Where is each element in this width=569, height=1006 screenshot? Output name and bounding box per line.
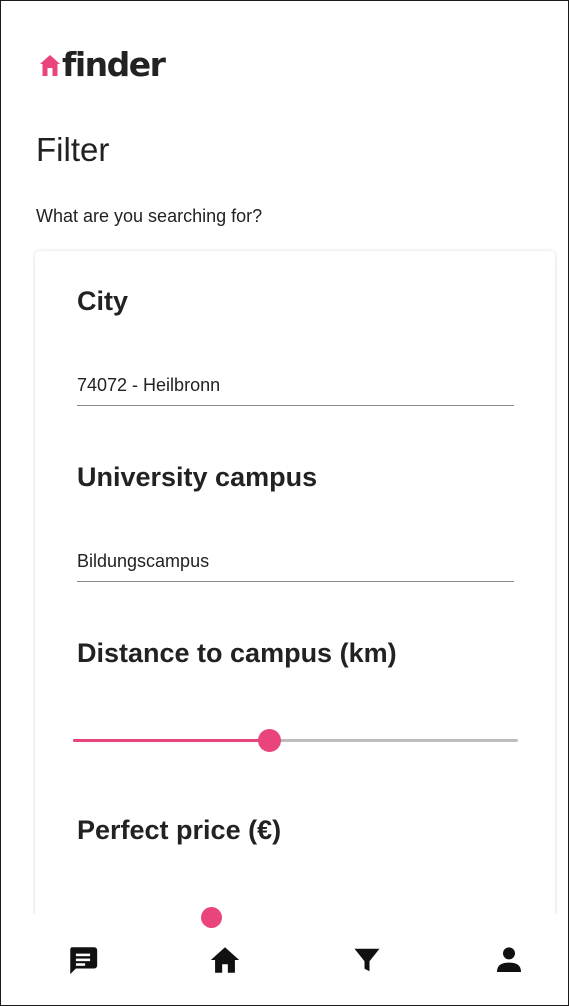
app-logo: finder: [39, 45, 166, 85]
city-value: 74072 - Heilbronn: [77, 375, 221, 395]
bottom-nav: [1, 907, 568, 1005]
campus-label: University campus: [77, 462, 318, 492]
campus-field[interactable]: Bildungscampus: [77, 542, 514, 582]
nav-home-button[interactable]: [205, 940, 245, 980]
filter-icon: [354, 948, 380, 972]
slider-fill: [73, 739, 269, 742]
nav-profile-button[interactable]: [489, 940, 529, 980]
nav-filter-button[interactable]: [347, 940, 387, 980]
filter-card: City 74072 - Heilbronn University campus…: [35, 251, 555, 971]
distance-slider[interactable]: [73, 725, 518, 755]
city-field[interactable]: 74072 - Heilbronn: [77, 366, 514, 406]
page-subtitle: What are you searching for?: [36, 206, 263, 226]
page-title: Filter: [36, 131, 110, 168]
home-icon: [210, 947, 240, 973]
campus-value: Bildungscampus: [77, 551, 210, 571]
distance-label: Distance to campus (km): [77, 638, 397, 668]
slider-thumb[interactable]: [257, 729, 281, 752]
chat-icon: [70, 947, 98, 975]
house-icon: [40, 55, 60, 76]
nav-chat-button[interactable]: [63, 940, 103, 980]
logo-text: finder: [62, 45, 166, 84]
price-label: Perfect price (€): [77, 815, 282, 845]
active-tab-indicator: [201, 907, 222, 928]
person-icon: [497, 947, 521, 972]
city-label: City: [77, 286, 129, 316]
app-frame: finder Filter What are you searching for…: [0, 0, 569, 1006]
